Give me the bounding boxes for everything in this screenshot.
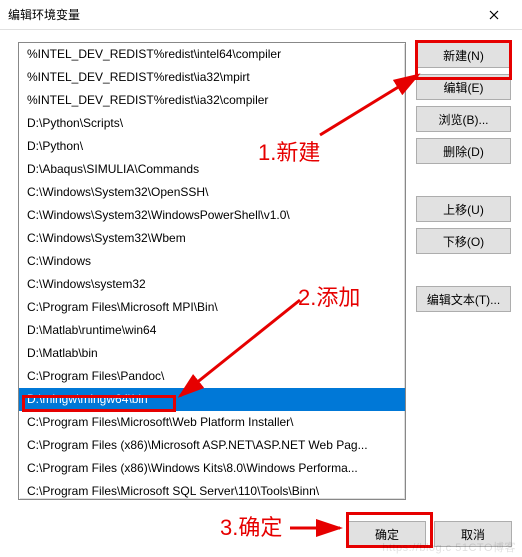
list-item[interactable]: D:\Matlab\bin: [19, 342, 405, 365]
browse-button[interactable]: 浏览(B)...: [416, 106, 511, 132]
watermark: https://blog.c 51CTO博客: [382, 539, 516, 555]
movedown-button[interactable]: 下移(O): [416, 228, 511, 254]
moveup-button[interactable]: 上移(U): [416, 196, 511, 222]
list-item[interactable]: C:\Program Files\Microsoft SQL Server\11…: [19, 480, 405, 500]
list-item[interactable]: D:\Matlab\runtime\win64: [19, 319, 405, 342]
annotation-box-selected-path: [22, 395, 176, 412]
delete-button[interactable]: 删除(D): [416, 138, 511, 164]
list-item[interactable]: C:\Program Files (x86)\Windows Kits\8.0\…: [19, 457, 405, 480]
list-item[interactable]: C:\Windows\System32\WindowsPowerShell\v1…: [19, 204, 405, 227]
window-title: 编辑环境变量: [8, 6, 474, 23]
titlebar: 编辑环境变量: [0, 0, 522, 30]
list-item[interactable]: C:\Windows\System32\Wbem: [19, 227, 405, 250]
list-item[interactable]: C:\Program Files\Microsoft\Web Platform …: [19, 411, 405, 434]
list-item[interactable]: D:\Python\: [19, 135, 405, 158]
annotation-text-step2: 2.添加: [298, 280, 360, 312]
list-item[interactable]: %INTEL_DEV_REDIST%redist\ia32\compiler: [19, 89, 405, 112]
list-item[interactable]: D:\Abaqus\SIMULIA\Commands: [19, 158, 405, 181]
list-item[interactable]: D:\Python\Scripts\: [19, 112, 405, 135]
list-item[interactable]: C:\Program Files (x86)\Microsoft ASP.NET…: [19, 434, 405, 457]
path-listbox[interactable]: %INTEL_DEV_REDIST%redist\intel64\compile…: [18, 42, 406, 500]
annotation-box-new: [415, 40, 512, 80]
list-item[interactable]: %INTEL_DEV_REDIST%redist\ia32\mpirt: [19, 66, 405, 89]
list-item[interactable]: C:\Windows: [19, 250, 405, 273]
edittext-button[interactable]: 编辑文本(T)...: [416, 286, 511, 312]
annotation-text-step1: 1.新建: [258, 135, 320, 167]
list-item[interactable]: %INTEL_DEV_REDIST%redist\intel64\compile…: [19, 43, 405, 66]
list-item[interactable]: C:\Windows\System32\OpenSSH\: [19, 181, 405, 204]
close-icon[interactable]: [474, 3, 514, 27]
list-item[interactable]: C:\Program Files\Pandoc\: [19, 365, 405, 388]
button-column: 新建(N) 编辑(E) 浏览(B)... 删除(D) 上移(U) 下移(O) 编…: [416, 42, 511, 500]
annotation-text-step3: 3.确定: [220, 510, 282, 542]
